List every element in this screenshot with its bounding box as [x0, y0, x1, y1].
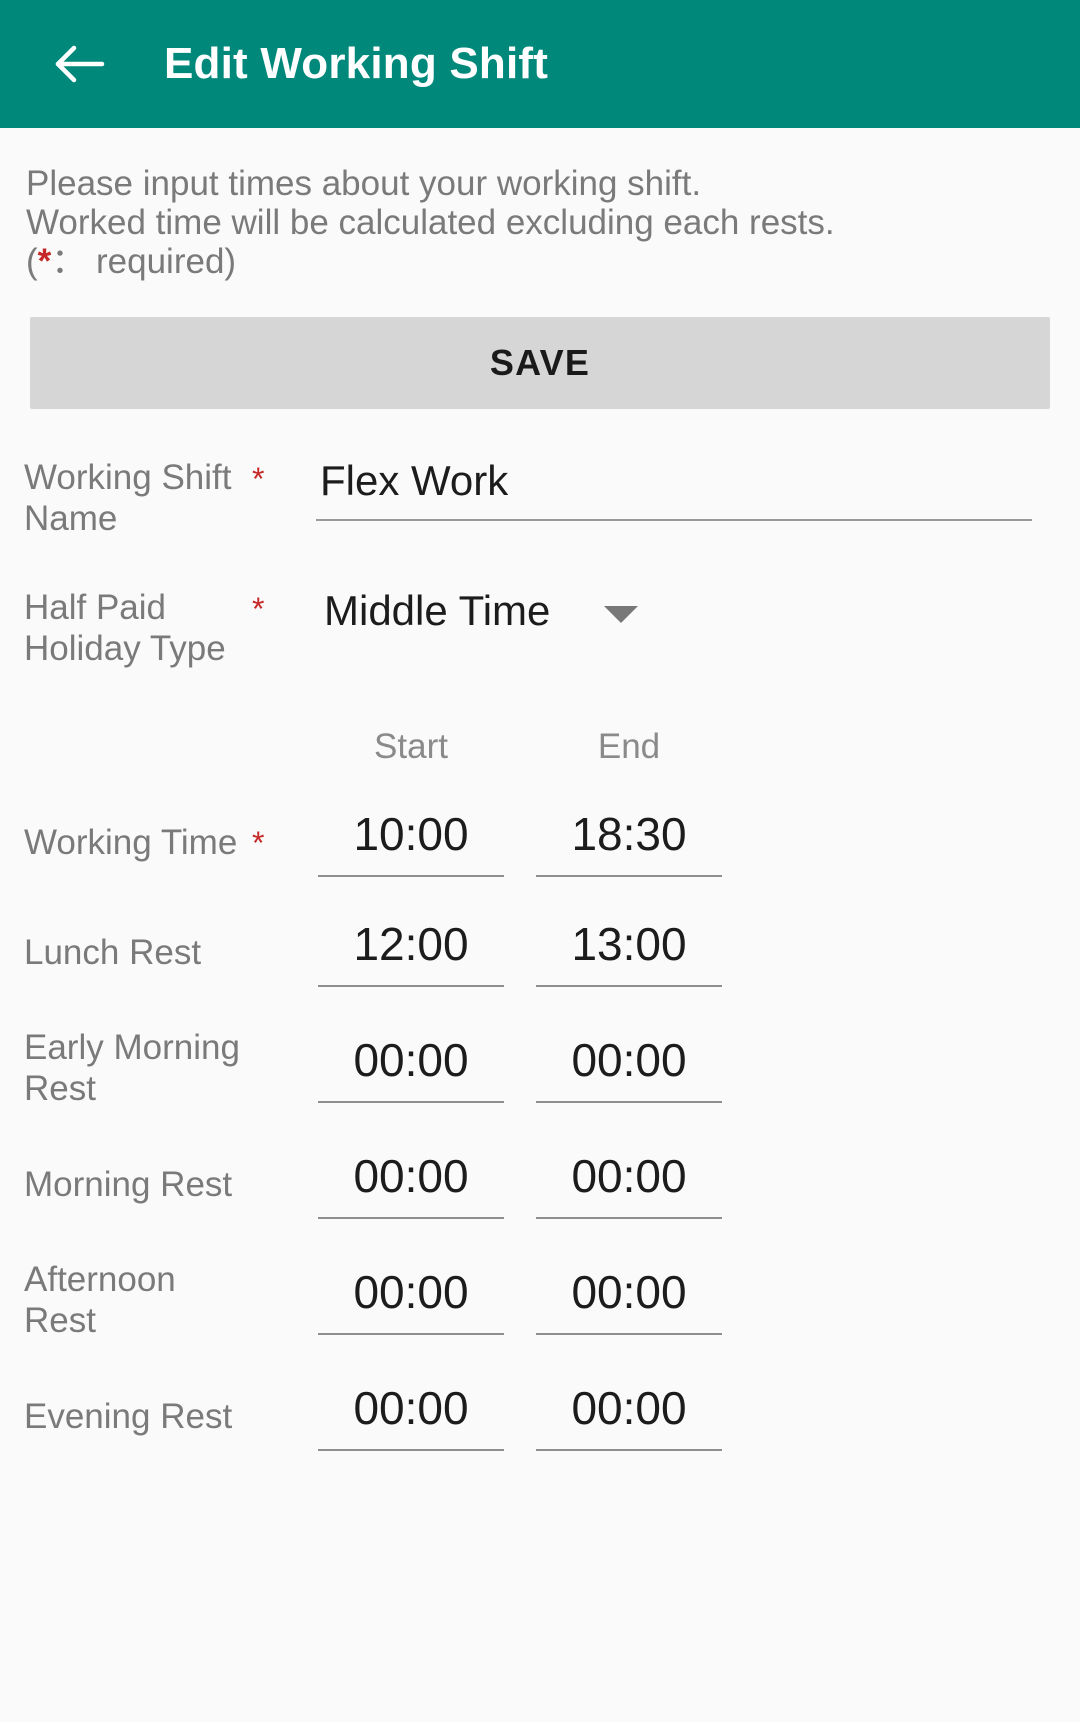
morning-rest-start-input[interactable]: [318, 1149, 504, 1219]
lunch-rest-end-input[interactable]: [536, 917, 722, 987]
evening-rest-start-input[interactable]: [318, 1381, 504, 1451]
required-marker-half-paid-holiday-type: *: [252, 591, 265, 627]
legend-asterisk: *: [37, 242, 52, 281]
time-row-evening-rest: Evening Rest: [24, 1381, 1056, 1451]
time-row-working-time: Working Time *: [24, 807, 1056, 877]
label-half-paid-holiday-type: Half Paid Holiday Type: [24, 588, 226, 668]
column-header-start: Start: [374, 727, 448, 766]
label-lunch-rest: Lunch Rest: [24, 932, 202, 972]
required-marker-working-time: *: [252, 824, 265, 861]
evening-rest-end-input[interactable]: [536, 1381, 722, 1451]
required-marker-working-shift-name: *: [252, 461, 265, 497]
chevron-down-icon: [604, 605, 639, 623]
afternoon-rest-start-cell: [302, 1265, 520, 1335]
shift-form: Working Shift Name * Half Paid Holiday T…: [0, 457, 1080, 1451]
intro-line-required-legend: (*： required): [26, 242, 1054, 281]
early-morning-rest-end-input[interactable]: [536, 1033, 722, 1103]
intro-text-block: Please input times about your working sh…: [0, 138, 1080, 281]
required-marker-morning-rest: [252, 1183, 302, 1185]
time-table-header: Start End: [24, 727, 1056, 767]
save-button-container: SAVE: [0, 281, 1080, 409]
morning-rest-end-cell: [520, 1149, 738, 1219]
afternoon-rest-start-input[interactable]: [318, 1265, 504, 1335]
label-evening-rest: Evening Rest: [24, 1396, 233, 1436]
column-header-end: End: [597, 727, 661, 766]
label-working-time: Working Time: [24, 822, 238, 862]
early-morning-rest-start-cell: [302, 1033, 520, 1103]
morning-rest-start-cell: [302, 1149, 520, 1219]
field-row-half-paid-holiday-type: Half Paid Holiday Type * Middle Time: [24, 587, 1056, 669]
working-time-start-cell: [302, 807, 520, 877]
legend-required-text: ： required): [51, 242, 237, 281]
working-time-end-cell: [520, 807, 738, 877]
save-button[interactable]: SAVE: [30, 317, 1050, 409]
afternoon-rest-end-input[interactable]: [536, 1265, 722, 1335]
required-marker-lunch-rest: [252, 951, 302, 953]
required-marker-evening-rest: [252, 1415, 302, 1417]
lunch-rest-end-cell: [520, 917, 738, 987]
half-paid-holiday-type-value: Middle Time: [324, 587, 551, 634]
afternoon-rest-end-cell: [520, 1265, 738, 1335]
app-bar: Edit Working Shift: [0, 0, 1080, 128]
half-paid-holiday-type-select[interactable]: Middle Time: [324, 587, 1056, 635]
morning-rest-end-input[interactable]: [536, 1149, 722, 1219]
field-row-working-shift-name: Working Shift Name *: [24, 457, 1056, 539]
time-row-lunch-rest: Lunch Rest: [24, 917, 1056, 987]
page-title: Edit Working Shift: [164, 39, 549, 88]
time-row-afternoon-rest: Afternoon Rest: [24, 1259, 1056, 1341]
evening-rest-end-cell: [520, 1381, 738, 1451]
label-working-shift-name: Working Shift Name: [24, 458, 232, 538]
time-rows-container: Working Time * Lunch Rest Early Morning Res…: [24, 807, 1056, 1451]
intro-line-1: Please input times about your working sh…: [26, 164, 702, 203]
back-button[interactable]: [44, 28, 116, 100]
lunch-rest-start-input[interactable]: [318, 917, 504, 987]
label-early-morning-rest: Early Morning Rest: [24, 1028, 240, 1108]
time-row-early-morning-rest: Early Morning Rest: [24, 1027, 1056, 1109]
working-time-start-input[interactable]: [318, 807, 504, 877]
early-morning-rest-end-cell: [520, 1033, 738, 1103]
lunch-rest-start-cell: [302, 917, 520, 987]
label-afternoon-rest: Afternoon Rest: [24, 1260, 176, 1340]
evening-rest-start-cell: [302, 1381, 520, 1451]
working-shift-name-input[interactable]: [316, 457, 1032, 521]
form-scroll-area[interactable]: Please input times about your working sh…: [0, 128, 1080, 1451]
intro-line-2: Worked time will be calculated excluding…: [26, 203, 835, 242]
back-arrow-icon: [55, 45, 105, 83]
label-morning-rest: Morning Rest: [24, 1164, 233, 1204]
early-morning-rest-start-input[interactable]: [318, 1033, 504, 1103]
required-marker-early-morning-rest: [252, 1067, 302, 1069]
working-time-end-input[interactable]: [536, 807, 722, 877]
required-marker-afternoon-rest: [252, 1299, 302, 1301]
time-row-morning-rest: Morning Rest: [24, 1149, 1056, 1219]
legend-open-paren: (: [26, 242, 38, 281]
